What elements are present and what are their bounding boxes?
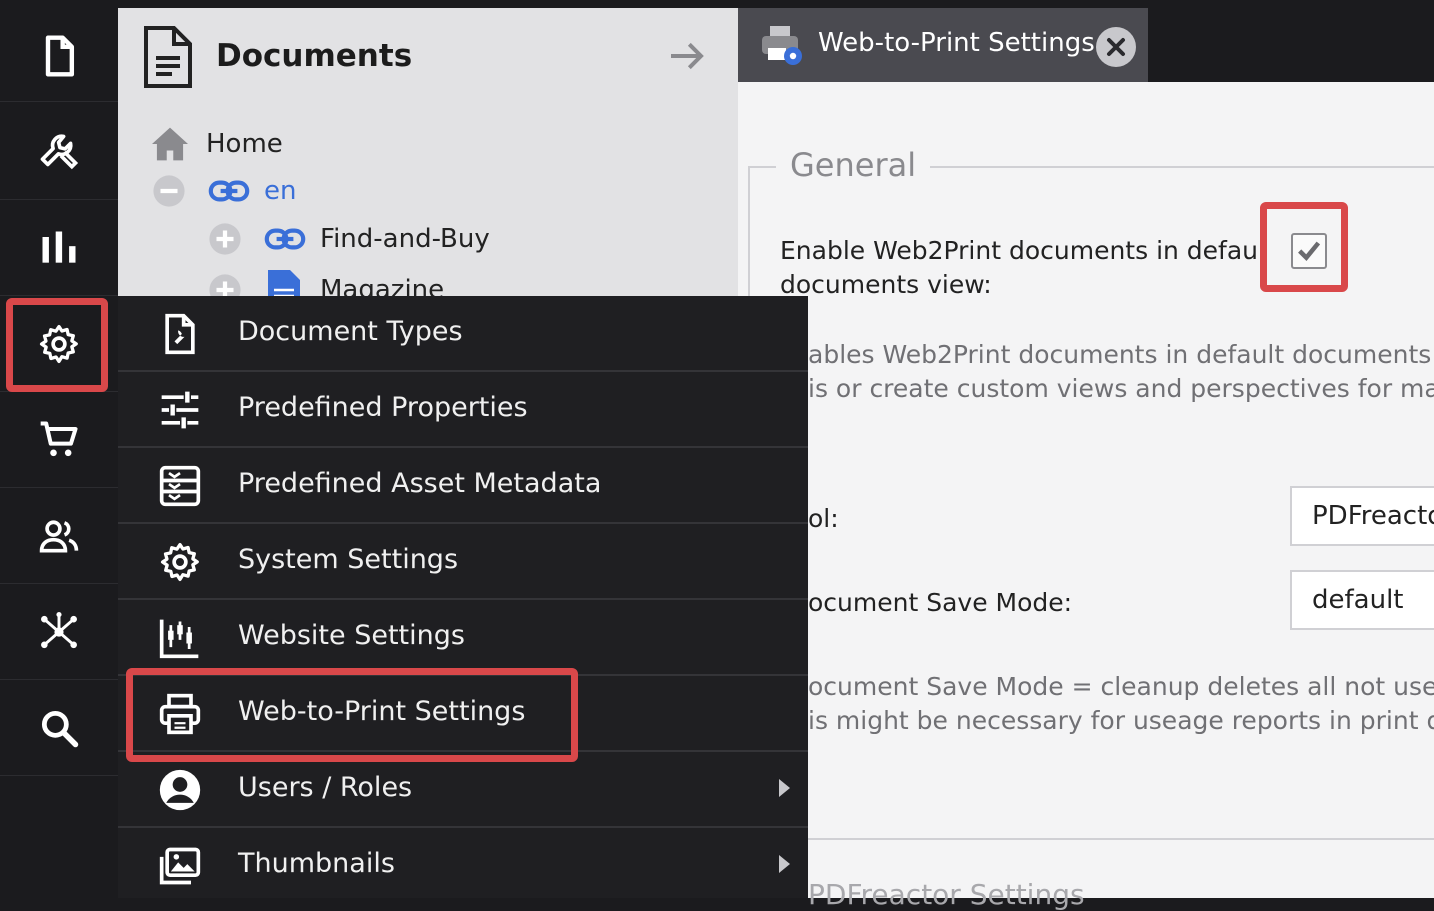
rail-datahub-button[interactable] xyxy=(0,584,118,680)
tool-select[interactable]: PDFreactor xyxy=(1290,486,1434,546)
tab-web-to-print-settings[interactable]: Web-to-Print Settings xyxy=(738,8,1148,82)
tree-item-label: Find-and-Buy xyxy=(320,224,490,254)
cart-icon xyxy=(40,420,78,456)
tree-item-label: Home xyxy=(206,129,283,159)
tree-item-find-and-buy[interactable]: Find-and-Buy xyxy=(208,222,490,256)
tree-item-en[interactable]: en xyxy=(152,174,296,208)
menu-item-thumbnails[interactable]: Thumbnails xyxy=(118,828,808,904)
menu-item-label: Predefined Asset Metadata xyxy=(238,468,602,499)
tree-item-label: en xyxy=(264,176,297,206)
checkmark-icon xyxy=(1298,241,1321,262)
settings-highlight-box xyxy=(6,298,108,392)
description-line: is or create custom views and perspectiv… xyxy=(808,374,1434,403)
tree-item-home[interactable]: Home xyxy=(150,126,283,162)
pdfreactor-settings-legend: PDFreactor Settings xyxy=(808,878,1085,911)
print-settings-icon xyxy=(762,26,802,65)
submenu-arrow-icon xyxy=(779,779,790,797)
tab-close-button[interactable] xyxy=(1096,27,1136,67)
home-icon xyxy=(152,127,188,161)
search-icon xyxy=(41,710,79,747)
menu-item-website-settings[interactable]: Website Settings xyxy=(118,600,808,676)
menu-item-label: Thumbnails xyxy=(238,848,395,879)
rail-reports-button[interactable] xyxy=(0,200,118,296)
menu-item-system-settings[interactable]: System Settings xyxy=(118,524,808,600)
settings-dropdown-menu: Document Types Predefined Properties Pre… xyxy=(118,296,808,898)
menu-item-label: System Settings xyxy=(238,544,459,575)
menu-item-document-types[interactable]: Document Types xyxy=(118,296,808,372)
rail-tools-button[interactable] xyxy=(0,104,118,200)
documents-panel-title: Documents xyxy=(216,38,413,74)
link-icon xyxy=(208,180,250,202)
menu-item-users-roles[interactable]: Users / Roles xyxy=(118,752,808,828)
arrow-right-icon[interactable] xyxy=(666,36,706,76)
documents-tree-panel: Documents Home en Find-and-Buy Magazine xyxy=(118,8,738,310)
description-line: ocument Save Mode = cleanup deletes all … xyxy=(808,672,1434,701)
gear-icon xyxy=(160,542,199,582)
candlestick-icon xyxy=(159,619,199,659)
expand-plus-icon[interactable] xyxy=(208,222,242,256)
menu-item-label: Document Types xyxy=(238,316,463,347)
submenu-arrow-icon xyxy=(779,855,790,873)
menu-item-predefined-asset-metadata[interactable]: Predefined Asset Metadata xyxy=(118,448,808,524)
save-mode-select[interactable]: default xyxy=(1290,570,1434,630)
menu-item-label: Predefined Properties xyxy=(238,392,528,423)
general-legend: General xyxy=(776,146,931,184)
menu-item-predefined-properties[interactable]: Predefined Properties xyxy=(118,372,808,448)
settings-content: General Enable Web2Print documents in de… xyxy=(738,82,1434,911)
description-line: ables Web2Print documents in default doc… xyxy=(808,340,1434,369)
enable-web2print-checkbox[interactable] xyxy=(1291,233,1327,269)
save-mode-label: ocument Save Mode: xyxy=(808,588,1073,617)
asset-metadata-icon xyxy=(159,465,201,507)
user-circle-icon xyxy=(159,769,201,811)
tool-label: ol: xyxy=(808,504,839,533)
main-navigation-rail xyxy=(0,0,118,898)
web-to-print-highlight-box xyxy=(126,668,578,762)
users-icon xyxy=(39,519,79,552)
sliders-icon xyxy=(161,391,199,429)
rail-documents-button[interactable] xyxy=(0,10,118,102)
tab-label: Web-to-Print Settings xyxy=(818,28,1095,58)
description-line: is might be necessary for useage reports… xyxy=(808,706,1434,735)
enable-web2print-label: Enable Web2Print documents in default do… xyxy=(780,234,1275,302)
enable-web2print-description: ables Web2Print documents in default doc… xyxy=(808,338,1434,406)
collapse-minus-icon[interactable] xyxy=(152,174,186,208)
menu-item-label: Users / Roles xyxy=(238,772,413,803)
menu-item-label: Website Settings xyxy=(238,620,465,651)
wrench-icon xyxy=(40,133,79,169)
bar-chart-icon xyxy=(42,231,76,263)
rail-ecommerce-button[interactable] xyxy=(0,392,118,488)
document-icon xyxy=(45,34,75,77)
section-divider xyxy=(808,838,1434,840)
label-line: documents view: xyxy=(780,270,992,299)
images-icon xyxy=(159,847,201,885)
rail-users-button[interactable] xyxy=(0,488,118,584)
label-line: Enable Web2Print documents in default xyxy=(780,236,1275,265)
save-mode-description: ocument Save Mode = cleanup deletes all … xyxy=(808,670,1434,738)
documents-panel-icon xyxy=(144,26,192,88)
close-icon xyxy=(1107,38,1125,56)
link-icon xyxy=(264,228,306,250)
rail-search-button[interactable] xyxy=(0,680,118,776)
network-icon xyxy=(41,611,77,648)
document-type-icon xyxy=(165,313,195,355)
checkbox-highlight-box xyxy=(1260,202,1348,292)
